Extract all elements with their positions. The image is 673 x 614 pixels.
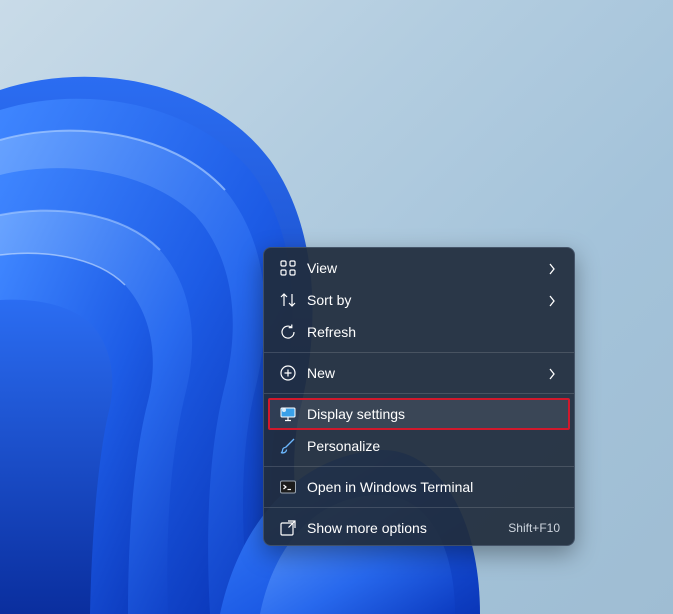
menu-item-label: Open in Windows Terminal (307, 479, 474, 495)
menu-separator (264, 507, 574, 508)
terminal-icon (279, 478, 297, 496)
sort-icon (279, 291, 297, 309)
menu-item-label: Show more options (307, 520, 427, 536)
context-menu: View Sort by Refresh New Display setting… (263, 247, 575, 546)
menu-item-new[interactable]: New (268, 358, 570, 388)
menu-item-open-in-terminal[interactable]: Open in Windows Terminal (268, 472, 570, 502)
plus-circle-icon (279, 364, 297, 382)
chevron-right-icon (548, 367, 556, 380)
menu-item-view[interactable]: View (268, 253, 570, 283)
more-options-icon (279, 519, 297, 537)
menu-item-label: View (307, 260, 338, 276)
menu-item-label: Display settings (307, 406, 406, 422)
menu-item-label: Sort by (307, 292, 352, 308)
menu-item-label: Refresh (307, 324, 357, 340)
menu-separator (264, 466, 574, 467)
refresh-icon (279, 323, 297, 341)
grid-icon (279, 259, 297, 277)
chevron-right-icon (548, 262, 556, 275)
shortcut-hint: Shift+F10 (508, 521, 560, 535)
menu-item-personalize[interactable]: Personalize (268, 431, 570, 461)
menu-item-label: New (307, 365, 336, 381)
menu-separator (264, 352, 574, 353)
brush-icon (279, 437, 297, 455)
desktop[interactable]: View Sort by Refresh New Display setting… (0, 0, 673, 614)
menu-item-refresh[interactable]: Refresh (268, 317, 570, 347)
display-icon (279, 405, 297, 423)
menu-item-sort-by[interactable]: Sort by (268, 285, 570, 315)
menu-item-display-settings[interactable]: Display settings (268, 399, 570, 429)
chevron-right-icon (548, 294, 556, 307)
menu-item-show-more-options[interactable]: Show more options Shift+F10 (268, 513, 570, 543)
menu-separator (264, 393, 574, 394)
menu-item-label: Personalize (307, 438, 381, 454)
